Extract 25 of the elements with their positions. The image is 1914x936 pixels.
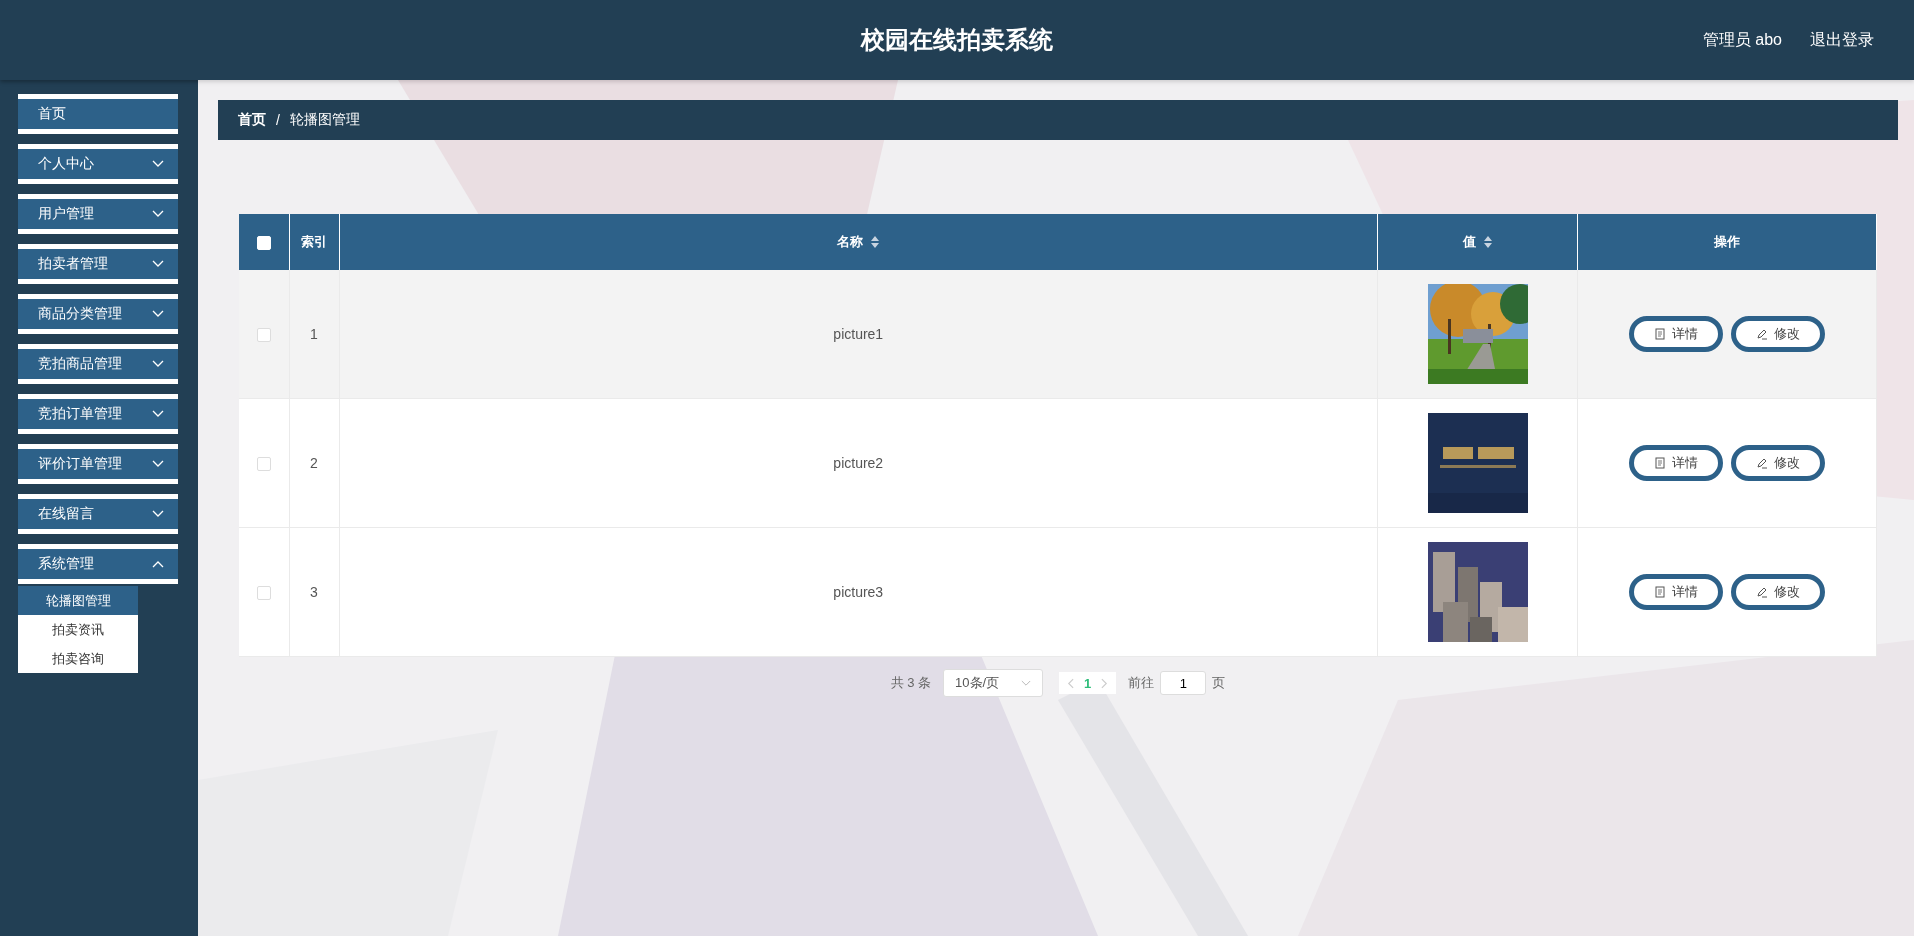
app-title: 校园在线拍卖系统 xyxy=(861,25,1053,55)
chevron-icon xyxy=(152,460,164,468)
menu-item[interactable]: 商品分类管理 xyxy=(18,294,178,334)
menu-item[interactable]: 用户管理 xyxy=(18,194,178,234)
menu-item[interactable]: 在线留言 xyxy=(18,494,178,534)
menu-item[interactable]: 竞拍商品管理 xyxy=(18,344,178,384)
chevron-icon xyxy=(152,160,164,168)
menu-item[interactable]: 首页 xyxy=(18,94,178,134)
menu-item[interactable]: 拍卖者管理 xyxy=(18,244,178,284)
logout-link[interactable]: 退出登录 xyxy=(1810,29,1874,51)
user-label: 管理员 abo xyxy=(1702,29,1782,50)
chevron-icon xyxy=(152,360,164,368)
chevron-icon xyxy=(152,260,164,268)
menu-item[interactable]: 个人中心 xyxy=(18,144,178,184)
submenu-item[interactable]: 拍卖资讯 xyxy=(18,615,138,644)
chevron-icon xyxy=(152,410,164,418)
chevron-icon xyxy=(152,560,164,568)
submenu-item[interactable]: 拍卖咨询 xyxy=(18,644,138,673)
chevron-icon xyxy=(152,310,164,318)
menu-item[interactable]: 系统管理 xyxy=(18,544,178,584)
menu-item[interactable]: 竞拍订单管理 xyxy=(18,394,178,434)
chevron-icon xyxy=(152,510,164,518)
submenu-item[interactable]: 轮播图管理 xyxy=(18,586,138,615)
chevron-icon xyxy=(152,210,164,218)
menu-item[interactable]: 评价订单管理 xyxy=(18,444,178,484)
